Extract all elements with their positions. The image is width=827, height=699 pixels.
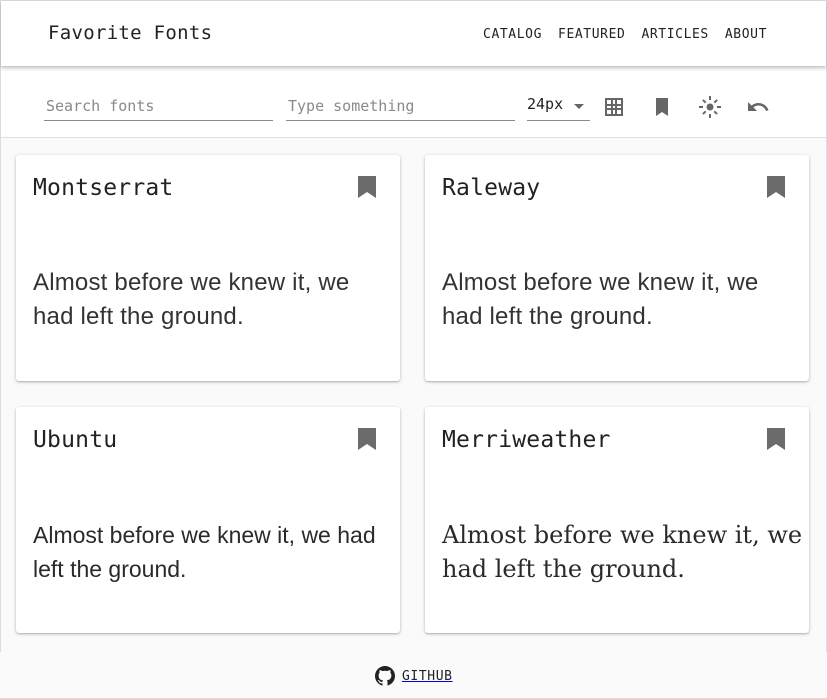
nav-about[interactable]: ABOUT xyxy=(725,27,767,42)
github-link[interactable]: GITHUB xyxy=(375,666,453,686)
brand-title[interactable]: Favorite Fonts xyxy=(48,22,212,44)
font-card-ubuntu[interactable]: Ubuntu Almost before we knew it, we had … xyxy=(16,407,400,633)
toolbar: 24px xyxy=(1,67,826,138)
nav-articles[interactable]: ARTICLES xyxy=(641,27,708,42)
font-card-montserrat[interactable]: Montserrat Almost before we knew it, we … xyxy=(16,155,400,381)
bookmark-icon[interactable] xyxy=(767,176,785,198)
font-name: Montserrat xyxy=(33,175,174,201)
nav-catalog[interactable]: CATALOG xyxy=(483,27,542,42)
preview-text-input[interactable] xyxy=(286,92,515,121)
footer: GITHUB xyxy=(0,652,827,698)
app-header: Favorite Fonts CATALOG FEATURED ARTICLES… xyxy=(1,1,826,66)
font-name: Raleway xyxy=(442,175,541,201)
search-input[interactable] xyxy=(44,92,273,121)
font-size-value: 24px xyxy=(527,95,564,113)
font-sample-text: Almost before we knew it, we had left th… xyxy=(442,269,759,330)
main-nav: CATALOG FEATURED ARTICLES ABOUT xyxy=(483,27,767,42)
brightness-icon[interactable] xyxy=(697,94,723,120)
font-name: Merriweather xyxy=(442,427,611,453)
font-name: Ubuntu xyxy=(33,427,118,453)
github-icon xyxy=(375,666,395,686)
bookmark-icon[interactable] xyxy=(767,428,785,450)
bookmark-icon[interactable] xyxy=(649,94,675,120)
font-card-raleway[interactable]: Raleway Almost before we knew it, we had… xyxy=(425,155,809,381)
font-size-select[interactable]: 24px xyxy=(527,92,590,121)
font-sample-text: Almost before we knew it, we had left th… xyxy=(33,269,350,330)
grid-view-icon[interactable] xyxy=(601,94,627,120)
bookmark-icon[interactable] xyxy=(358,428,376,450)
nav-featured[interactable]: FEATURED xyxy=(558,27,625,42)
font-sample-text: Almost before we knew it, we had left th… xyxy=(442,521,803,583)
font-sample-text: Almost before we knew it, we had left th… xyxy=(33,522,376,582)
font-card-merriweather[interactable]: Merriweather Almost before we knew it, w… xyxy=(425,407,809,633)
undo-icon[interactable] xyxy=(745,94,771,120)
bookmark-icon[interactable] xyxy=(358,176,376,198)
dropdown-arrow-icon xyxy=(574,104,584,109)
github-link-label: GITHUB xyxy=(402,668,453,684)
